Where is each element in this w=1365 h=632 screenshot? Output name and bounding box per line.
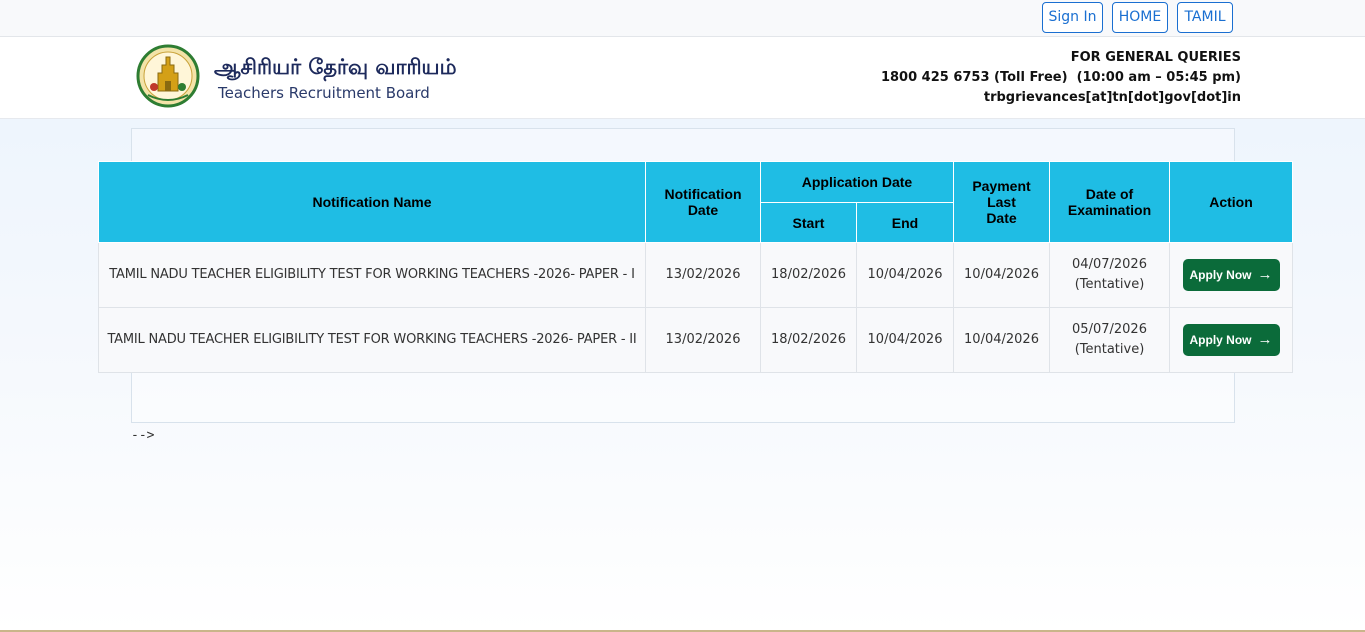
start-date-cell: 18/02/2026 (760, 307, 857, 373)
apply-now-button[interactable]: Apply Now → (1182, 259, 1280, 291)
header-application-date: Application Date (760, 161, 954, 203)
sign-in-button[interactable]: Sign In (1042, 2, 1103, 33)
logo-english-text: Teachers Recruitment Board (218, 84, 430, 102)
payment-last-date-cell: 10/04/2026 (953, 242, 1050, 308)
notification-table: Notification Name Notification Date Appl… (98, 161, 1293, 373)
queries-email: trbgrievances[at]tn[dot]gov[dot]in (983, 90, 1241, 105)
header-date-of-examination: Date of Examination (1049, 161, 1170, 243)
exam-date-cell: 05/07/2026 (Tentative) (1049, 307, 1170, 373)
action-cell: Apply Now → (1169, 242, 1293, 308)
header-start: Start (760, 202, 857, 243)
notification-name-cell: TAMIL NADU TEACHER ELIGIBILITY TEST FOR … (98, 242, 646, 308)
header-payment-last-date: Payment Last Date (953, 161, 1050, 243)
payment-last-date-cell: 10/04/2026 (953, 307, 1050, 373)
end-date-cell: 10/04/2026 (856, 242, 954, 308)
notification-date-cell: 13/02/2026 (645, 307, 761, 373)
arrow-right-icon: → (1257, 266, 1273, 283)
notification-name-cell: TAMIL NADU TEACHER ELIGIBILITY TEST FOR … (98, 307, 646, 373)
action-cell: Apply Now → (1169, 307, 1293, 373)
tn-emblem-icon (136, 43, 200, 109)
start-date-cell: 18/02/2026 (760, 242, 857, 308)
logo-tamil-text: ஆசிரியர் தேர்வு வாரியம் (214, 55, 457, 79)
table-row: TAMIL NADU TEACHER ELIGIBILITY TEST FOR … (98, 307, 1293, 373)
queries-phone: 1800 425 6753 (Toll Free) (10:00 am – 05… (880, 70, 1241, 85)
queries-title: FOR GENERAL QUERIES (1070, 50, 1241, 65)
site-header: ஆசிரியர் தேர்வு வாரியம் Teachers Recruit… (0, 37, 1365, 119)
header-end: End (856, 202, 954, 243)
table-row: TAMIL NADU TEACHER ELIGIBILITY TEST FOR … (98, 242, 1293, 308)
stray-comment-text: --> (131, 428, 155, 443)
home-button[interactable]: HOME (1112, 2, 1168, 33)
notification-date-cell: 13/02/2026 (645, 242, 761, 308)
top-bar: Sign In HOME TAMIL (0, 0, 1365, 37)
general-queries-block: FOR GENERAL QUERIES 1800 425 6753 (Toll … (881, 48, 1241, 108)
header-notification-name: Notification Name (98, 161, 646, 243)
header-action: Action (1169, 161, 1293, 243)
apply-now-button[interactable]: Apply Now → (1182, 324, 1280, 356)
arrow-right-icon: → (1257, 331, 1273, 348)
end-date-cell: 10/04/2026 (856, 307, 954, 373)
exam-date-cell: 04/07/2026 (Tentative) (1049, 242, 1170, 308)
header-notification-date: Notification Date (645, 161, 761, 243)
tamil-language-button[interactable]: TAMIL (1177, 2, 1233, 33)
